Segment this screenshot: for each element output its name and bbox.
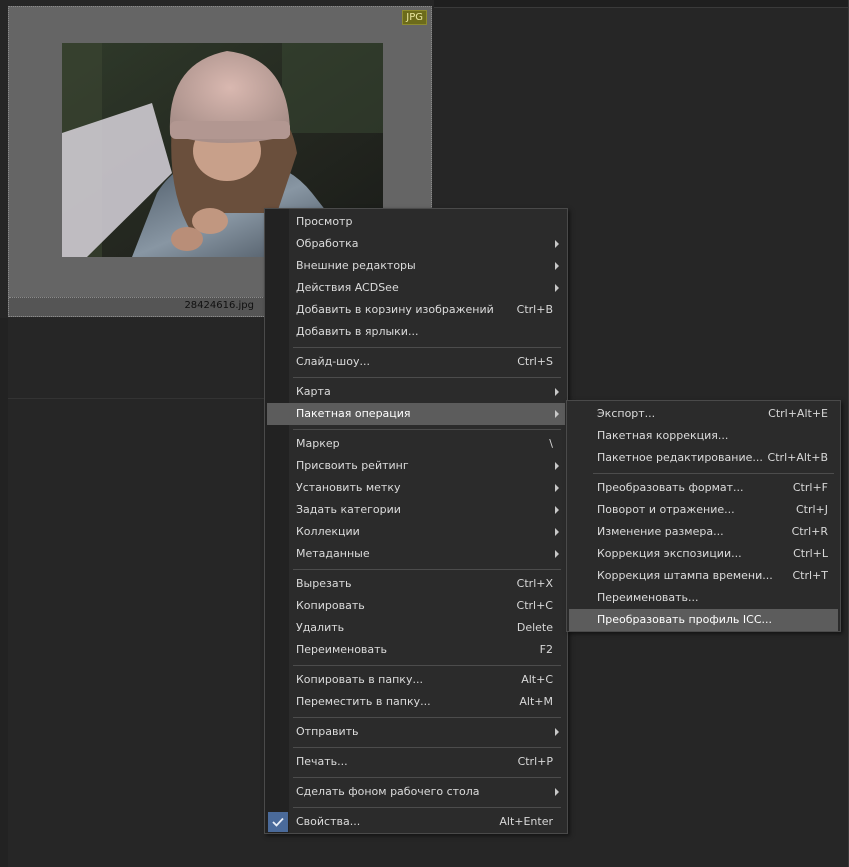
menu-item-external-editors[interactable]: Внешние редакторы bbox=[267, 255, 565, 277]
menu-separator bbox=[293, 665, 561, 666]
menu-item-add-to-shortcuts[interactable]: Добавить в ярлыки... bbox=[267, 321, 565, 343]
divider bbox=[8, 398, 264, 399]
menu-item-processing[interactable]: Обработка bbox=[267, 233, 565, 255]
menu-item-copy-to-folder[interactable]: Копировать в папку... Alt+C bbox=[267, 669, 565, 691]
menu-item-acdsee-actions[interactable]: Действия ACDSee bbox=[267, 277, 565, 299]
menu-item-properties[interactable]: Свойства... Alt+Enter bbox=[267, 811, 565, 833]
batch-operation-submenu: Экспорт... Ctrl+Alt+E Пакетная коррекция.… bbox=[566, 400, 841, 632]
checkmark-icon bbox=[268, 812, 288, 832]
left-panel-edge bbox=[0, 318, 8, 867]
menu-item-rename[interactable]: Переименовать F2 bbox=[267, 639, 565, 661]
menu-separator bbox=[593, 473, 834, 474]
menu-item-slideshow[interactable]: Слайд-шоу... Ctrl+S bbox=[267, 351, 565, 373]
menu-item-add-to-basket[interactable]: Добавить в корзину изображений Ctrl+B bbox=[267, 299, 565, 321]
file-type-badge: JPG bbox=[402, 10, 427, 25]
submenu-item-batch-editing[interactable]: Пакетное редактирование... Ctrl+Alt+B bbox=[569, 447, 838, 469]
menu-item-set-rating[interactable]: Присвоить рейтинг bbox=[267, 455, 565, 477]
submenu-arrow-icon bbox=[555, 528, 559, 536]
submenu-arrow-icon bbox=[555, 410, 559, 418]
menu-item-print[interactable]: Печать... Ctrl+P bbox=[267, 751, 565, 773]
menu-separator bbox=[293, 347, 561, 348]
submenu-item-timestamp[interactable]: Коррекция штампа времени... Ctrl+T bbox=[569, 565, 838, 587]
submenu-arrow-icon bbox=[555, 506, 559, 514]
thumbnail-filename: 28424616.jpg bbox=[184, 300, 254, 311]
context-menu: Просмотр Обработка Внешние редакторы Дей… bbox=[264, 208, 568, 834]
menu-item-metadata[interactable]: Метаданные bbox=[267, 543, 565, 565]
menu-item-collections[interactable]: Коллекции bbox=[267, 521, 565, 543]
submenu-item-resize[interactable]: Изменение размера... Ctrl+R bbox=[569, 521, 838, 543]
menu-separator bbox=[293, 807, 561, 808]
submenu-arrow-icon bbox=[555, 262, 559, 270]
submenu-item-convert-icc[interactable]: Преобразовать профиль ICC... bbox=[569, 609, 838, 631]
submenu-arrow-icon bbox=[555, 284, 559, 292]
menu-item-move-to-folder[interactable]: Переместить в папку... Alt+M bbox=[267, 691, 565, 713]
menu-separator bbox=[293, 377, 561, 378]
submenu-arrow-icon bbox=[555, 462, 559, 470]
submenu-item-export[interactable]: Экспорт... Ctrl+Alt+E bbox=[569, 403, 838, 425]
menu-item-map[interactable]: Карта bbox=[267, 381, 565, 403]
submenu-arrow-icon bbox=[555, 240, 559, 248]
top-strip bbox=[434, 0, 849, 8]
menu-item-tag[interactable]: Маркер \ bbox=[267, 433, 565, 455]
menu-item-set-categories[interactable]: Задать категории bbox=[267, 499, 565, 521]
menu-item-delete[interactable]: Удалить Delete bbox=[267, 617, 565, 639]
menu-item-set-label[interactable]: Установить метку bbox=[267, 477, 565, 499]
menu-separator bbox=[293, 777, 561, 778]
menu-item-cut[interactable]: Вырезать Ctrl+X bbox=[267, 573, 565, 595]
menu-item-batch-operation[interactable]: Пакетная операция bbox=[267, 403, 565, 425]
submenu-arrow-icon bbox=[555, 388, 559, 396]
menu-item-copy[interactable]: Копировать Ctrl+C bbox=[267, 595, 565, 617]
menu-separator bbox=[293, 569, 561, 570]
submenu-item-exposure[interactable]: Коррекция экспозиции... Ctrl+L bbox=[569, 543, 838, 565]
submenu-item-rename[interactable]: Переименовать... bbox=[569, 587, 838, 609]
menu-item-send[interactable]: Отправить bbox=[267, 721, 565, 743]
submenu-arrow-icon bbox=[555, 788, 559, 796]
submenu-arrow-icon bbox=[555, 550, 559, 558]
menu-separator bbox=[293, 717, 561, 718]
menu-item-view[interactable]: Просмотр bbox=[267, 211, 565, 233]
submenu-item-batch-correction[interactable]: Пакетная коррекция... bbox=[569, 425, 838, 447]
submenu-arrow-icon bbox=[555, 484, 559, 492]
menu-item-set-wallpaper[interactable]: Сделать фоном рабочего стола bbox=[267, 781, 565, 803]
menu-separator bbox=[293, 429, 561, 430]
submenu-arrow-icon bbox=[555, 728, 559, 736]
submenu-item-convert-format[interactable]: Преобразовать формат... Ctrl+F bbox=[569, 477, 838, 499]
menu-separator bbox=[293, 747, 561, 748]
submenu-item-rotate-flip[interactable]: Поворот и отражение... Ctrl+J bbox=[569, 499, 838, 521]
